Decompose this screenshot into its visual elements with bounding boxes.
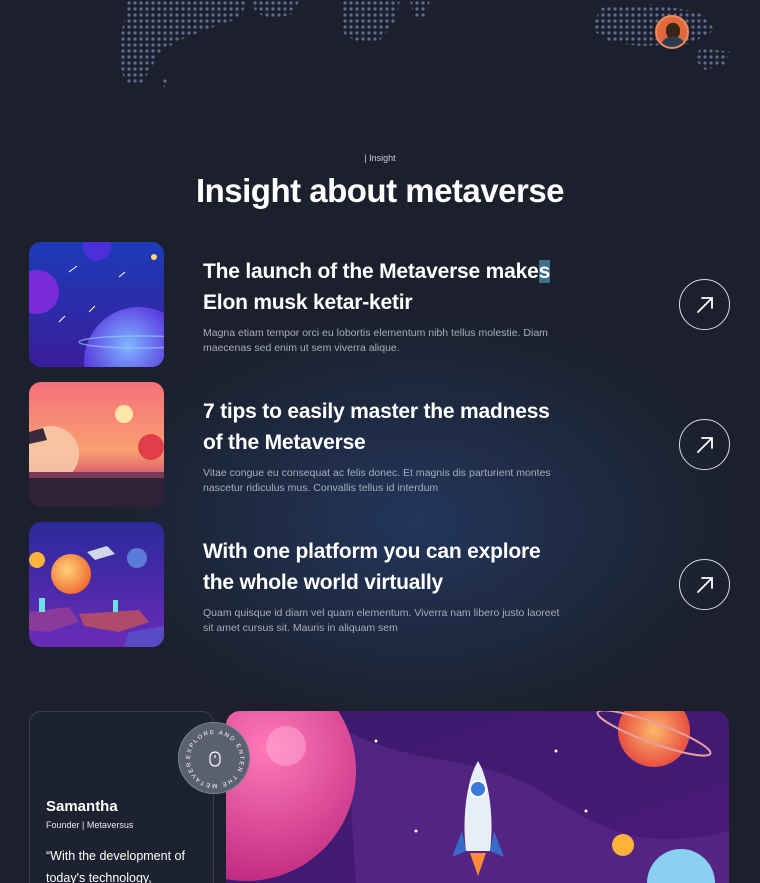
article-title: With one platform you can explore the wh…: [203, 540, 541, 594]
arrow-up-right-icon: [696, 296, 713, 313]
arrow-up-right-icon: [696, 436, 713, 453]
article-thumbnail[interactable]: [29, 242, 164, 367]
article-card[interactable]: The launch of the Metaverse makes Elon m…: [29, 242, 731, 368]
world-map-graphic: [118, 0, 730, 88]
article-thumbnail[interactable]: [29, 522, 164, 647]
mouse-scroll-icon: [209, 751, 221, 767]
article-card[interactable]: With one platform you can explore the wh…: [29, 522, 731, 648]
article-title-selection: s: [538, 260, 551, 283]
rocket-space-illustration: [226, 711, 729, 883]
section-tag: | Insight: [364, 153, 396, 163]
explore-metaverse-badge[interactable]: EXPLORE AND ENTER THE METAVERSE: [178, 722, 250, 794]
open-article-button[interactable]: [679, 419, 730, 470]
floating-islands-thumbnail: [29, 522, 164, 647]
section-title: Insight about metaverse: [195, 172, 565, 209]
space-planets-thumbnail: [29, 242, 164, 367]
open-article-button[interactable]: [679, 559, 730, 610]
open-article-button[interactable]: [679, 279, 730, 330]
article-description: Magna etiam tempor orci eu lobortis elem…: [203, 327, 548, 354]
article-card[interactable]: 7 tips to easily master the madness of t…: [29, 382, 731, 508]
sunset-planet-thumbnail: [29, 382, 164, 507]
article-title: The launch of the Metaverse makes Elon m…: [203, 256, 563, 318]
article-title-part: Elon musk ketar-ketir: [203, 291, 413, 314]
article-thumbnail[interactable]: [29, 382, 164, 507]
metaverse-hero-image: [226, 711, 729, 883]
testimonial-quote: “With the development of today's technol…: [46, 849, 185, 883]
testimonial-role: Founder | Metaversus: [46, 820, 134, 830]
article-title-part: The launch of the Metaverse make: [203, 260, 539, 283]
testimonial-name: Samantha: [46, 798, 118, 815]
article-description: Vitae congue eu consequat ac felis donec…: [203, 467, 551, 494]
article-description: Quam quisque id diam vel quam elementum.…: [203, 607, 560, 634]
map-user-avatar: [655, 15, 689, 49]
arrow-up-right-icon: [696, 576, 713, 593]
article-title: 7 tips to easily master the madness of t…: [203, 400, 550, 454]
